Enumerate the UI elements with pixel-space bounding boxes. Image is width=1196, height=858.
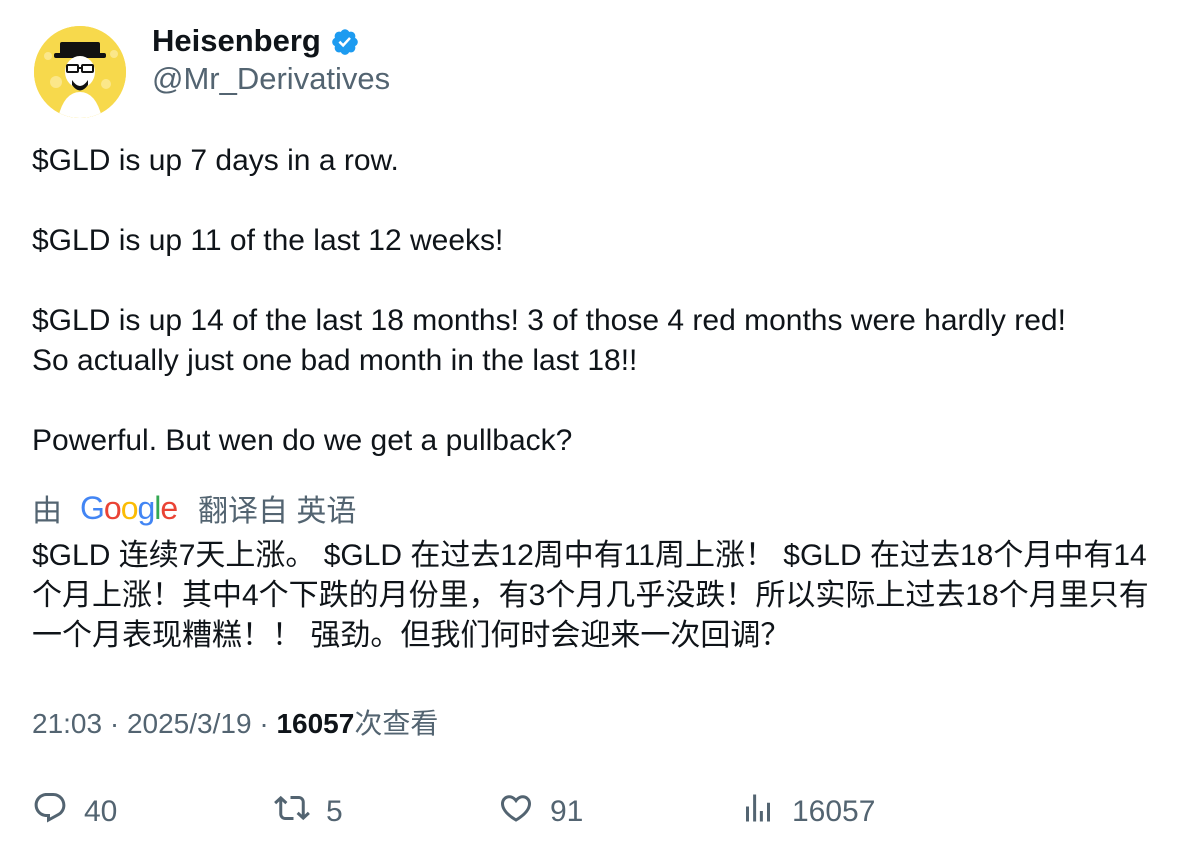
tweet-blank-line — [32, 381, 1172, 421]
tweet-text: $GLD is up 7 days in a row. $GLD is up 1… — [32, 141, 1172, 461]
tweet-paragraph: Powerful. But wen do we get a pullback? — [32, 424, 573, 457]
reply-button[interactable]: 40 — [32, 790, 117, 834]
tweet-meta: 21:03 · 2025/3/19 · 16057次查看 — [32, 704, 438, 744]
views-count: 16057 — [276, 708, 355, 739]
translated-by-label: 由 — [32, 495, 62, 528]
retweet-count: 5 — [326, 795, 343, 828]
display-name-row: Heisenberg — [152, 24, 390, 58]
tweet-blank-line — [32, 181, 1172, 221]
display-name[interactable]: Heisenberg — [152, 24, 321, 58]
tweet-paragraph: $GLD is up 7 days in a row. — [32, 144, 399, 177]
bar-chart-icon — [740, 790, 776, 834]
show-original-link[interactable]: 翻译自 英语 — [198, 486, 356, 530]
verified-badge-icon[interactable] — [330, 27, 360, 57]
tweet-paragraph: $GLD is up 14 of the last 18 months! 3 o… — [32, 304, 1066, 377]
svg-text:Google: Google — [80, 490, 177, 526]
retweet-button[interactable]: 5 — [274, 790, 343, 834]
tweet-date[interactable]: 2025/3/19 — [127, 708, 252, 739]
tweet-time[interactable]: 21:03 — [32, 708, 102, 739]
tweet-paragraph: $GLD is up 11 of the last 12 weeks! — [32, 224, 504, 257]
retweet-icon — [274, 790, 310, 834]
meta-separator: · — [102, 708, 127, 739]
views-button[interactable]: 16057 — [740, 790, 875, 834]
like-button[interactable]: 91 — [498, 790, 583, 834]
meta-separator: · — [251, 708, 277, 739]
author-names: Heisenberg @Mr_Derivatives — [152, 24, 390, 97]
action-bar: 40 5 91 16057 — [32, 790, 1172, 834]
views-label: 次查看 — [354, 708, 439, 739]
translated-text: $GLD 连续7天上涨。 $GLD 在过去12周中有11周上涨！ $GLD 在过… — [32, 539, 1149, 652]
like-count: 91 — [550, 795, 584, 828]
reply-icon — [32, 790, 68, 834]
reply-count: 40 — [84, 795, 118, 828]
heart-icon — [498, 790, 534, 834]
translation-attribution: 由 Google 翻译自 英语 — [32, 486, 356, 530]
tweet-blank-line — [32, 261, 1172, 301]
heisenberg-avatar-icon[interactable] — [34, 26, 126, 118]
author-handle[interactable]: @Mr_Derivatives — [152, 61, 390, 97]
google-logo-icon: Google — [80, 490, 178, 526]
views-action-count: 16057 — [792, 795, 876, 828]
tweet-header: Heisenberg @Mr_Derivatives — [34, 24, 390, 118]
